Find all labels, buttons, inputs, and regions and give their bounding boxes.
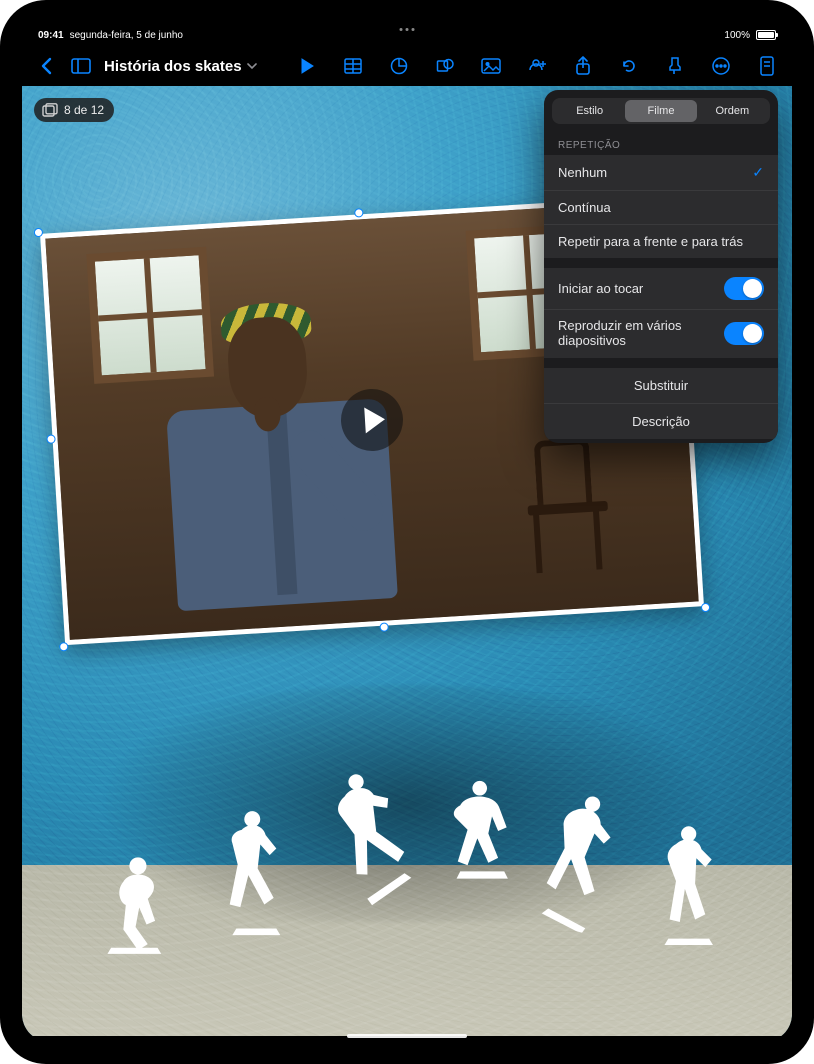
repeat-option-label: Contínua bbox=[558, 200, 611, 215]
document-title-text: História dos skates bbox=[104, 58, 242, 75]
repeat-section-label: REPETIÇÃO bbox=[544, 132, 778, 155]
tab-style[interactable]: Estilo bbox=[554, 100, 625, 122]
format-popover: Estilo Filme Ordem REPETIÇÃO Nenhum ✓ Co… bbox=[544, 90, 778, 443]
status-time: 09:41 bbox=[38, 30, 64, 41]
collaborate-icon[interactable] bbox=[522, 51, 552, 81]
repeat-option-none[interactable]: Nenhum ✓ bbox=[544, 155, 778, 190]
insert-chart-icon[interactable] bbox=[384, 51, 414, 81]
play-across-slides-toggle[interactable] bbox=[724, 322, 764, 345]
document-title[interactable]: História dos skates bbox=[100, 58, 262, 75]
status-bar: 09:41 segunda-feira, 5 de junho 100% bbox=[22, 22, 792, 46]
repeat-option-fwd-back[interactable]: Repetir para a frente e para trás bbox=[544, 224, 778, 258]
slide-counter-text: 8 de 12 bbox=[64, 103, 104, 117]
home-indicator[interactable] bbox=[347, 1034, 467, 1038]
toggle-label: Reproduzir em vários diapositivos bbox=[558, 319, 708, 349]
description-button[interactable]: Descrição bbox=[544, 403, 778, 439]
app-toolbar: História dos skates bbox=[22, 46, 792, 86]
skater-silhouette-2 bbox=[215, 805, 295, 940]
slide-canvas[interactable]: 8 de 12 Estilo Filme Ordem REPETIÇÃO Nen… bbox=[22, 86, 792, 1036]
battery-percent: 100% bbox=[724, 30, 750, 41]
insert-shape-icon[interactable] bbox=[430, 51, 460, 81]
battery-icon bbox=[756, 30, 776, 40]
status-date: segunda-feira, 5 de junho bbox=[70, 30, 183, 41]
repeat-option-continuous[interactable]: Contínua bbox=[544, 190, 778, 224]
multitask-dots[interactable] bbox=[400, 28, 415, 31]
repeat-option-label: Nenhum bbox=[558, 165, 607, 180]
skater-silhouette-5 bbox=[522, 782, 637, 938]
tab-movie[interactable]: Filme bbox=[625, 100, 696, 122]
skater-silhouette-4 bbox=[438, 776, 524, 886]
slide-counter-badge[interactable]: 8 de 12 bbox=[34, 98, 114, 122]
skater-silhouette-3 bbox=[311, 755, 440, 916]
format-brush-icon[interactable] bbox=[660, 51, 690, 81]
play-presentation-button[interactable] bbox=[292, 51, 322, 81]
tab-order[interactable]: Ordem bbox=[697, 100, 768, 122]
document-settings-icon[interactable] bbox=[752, 51, 782, 81]
replace-button[interactable]: Substituir bbox=[544, 368, 778, 403]
skater-silhouette-1 bbox=[99, 850, 177, 960]
slides-icon bbox=[42, 103, 58, 117]
chevron-down-icon bbox=[246, 60, 258, 72]
insert-media-icon[interactable] bbox=[476, 51, 506, 81]
skater-silhouette-group bbox=[22, 713, 792, 960]
back-button[interactable] bbox=[32, 51, 62, 81]
start-on-tap-row[interactable]: Iniciar ao tocar bbox=[544, 268, 778, 309]
share-icon[interactable] bbox=[568, 51, 598, 81]
undo-icon[interactable] bbox=[614, 51, 644, 81]
insert-table-icon[interactable] bbox=[338, 51, 368, 81]
start-on-tap-toggle[interactable] bbox=[724, 277, 764, 300]
skater-silhouette-6 bbox=[653, 820, 727, 950]
toggle-label: Iniciar ao tocar bbox=[558, 281, 643, 296]
checkmark-icon: ✓ bbox=[752, 164, 764, 181]
more-icon[interactable] bbox=[706, 51, 736, 81]
play-across-slides-row[interactable]: Reproduzir em vários diapositivos bbox=[544, 309, 778, 358]
popover-tab-segmented[interactable]: Estilo Filme Ordem bbox=[552, 98, 770, 124]
sidebar-toggle-icon[interactable] bbox=[66, 51, 96, 81]
repeat-option-label: Repetir para a frente e para trás bbox=[558, 234, 743, 249]
